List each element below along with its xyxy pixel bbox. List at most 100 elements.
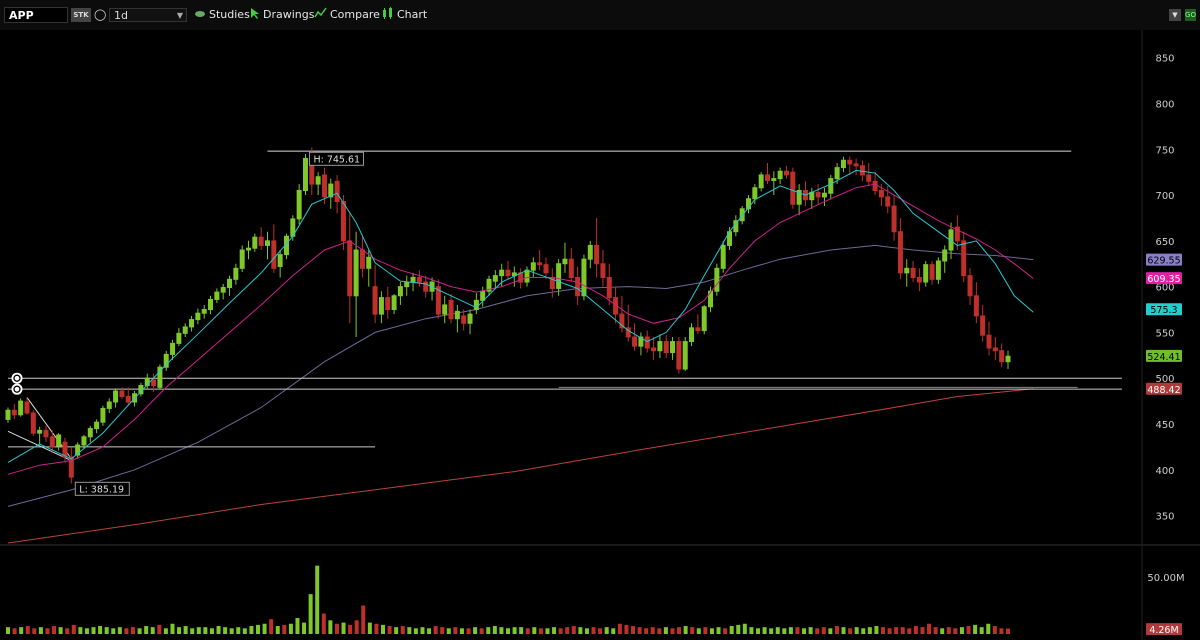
compare-button[interactable]: Compare	[314, 7, 380, 23]
candle-body	[632, 336, 638, 347]
go-icon[interactable]: GO	[1185, 9, 1196, 21]
candle-body	[543, 264, 549, 274]
candle-body	[758, 174, 764, 189]
candle-body	[5, 409, 11, 420]
volume-bar	[302, 622, 307, 634]
volume-bar	[802, 628, 807, 634]
candle-body	[252, 236, 258, 249]
candle-body	[163, 353, 169, 368]
volume-bar	[506, 628, 510, 634]
ema10-line	[7, 169, 1034, 463]
annotation-box	[74, 481, 130, 496]
volume-bar	[433, 626, 438, 634]
volume-bar	[571, 626, 576, 634]
price-badge-label: 575.3	[1150, 305, 1177, 316]
volume-bar	[196, 627, 201, 634]
lock-icon	[11, 372, 23, 384]
candle-body	[568, 258, 574, 278]
drawings-button[interactable]: Drawings	[250, 7, 314, 23]
compare-icon	[314, 7, 327, 24]
volume-bar	[670, 628, 675, 634]
remove-study-icon[interactable]: ×	[802, 31, 812, 41]
candle-body	[321, 174, 327, 198]
annotation-label: H: 745.61	[313, 154, 360, 165]
volume-bar	[223, 627, 228, 634]
plot-background	[0, 30, 1200, 545]
candle-body	[809, 191, 815, 201]
volume-bar	[959, 627, 964, 634]
volume-bar	[131, 627, 135, 634]
volume-bar	[821, 627, 826, 634]
volume-legend: – Volume : 4,835,106.00 Moving average (…	[10, 550, 401, 561]
price-badge-label: 488.42	[1147, 385, 1180, 396]
candle-body	[910, 267, 916, 278]
candle-body	[752, 187, 758, 200]
chart-button[interactable]: Chart	[382, 7, 427, 23]
volume-bar	[604, 627, 609, 634]
volume-bar	[828, 628, 833, 634]
candle-body	[575, 276, 581, 297]
candle-body	[594, 244, 600, 265]
volume-bar	[295, 618, 300, 634]
volume-bar	[815, 628, 820, 634]
candle-body	[461, 315, 467, 324]
candle-body	[935, 260, 941, 280]
volume-bar	[709, 628, 714, 634]
price-chart[interactable]: 350 400 450 500 550 600 650 700 750 800 850 H: 745.…	[0, 0, 1200, 640]
remove-study-icon[interactable]: ×	[1026, 31, 1036, 41]
legend-change-pct: 0.00%	[102, 31, 135, 42]
volume-badge	[1146, 623, 1182, 636]
studies-label: Studies	[209, 8, 250, 21]
volume-bar	[394, 627, 399, 634]
volume-bar	[584, 628, 589, 634]
volume-bar	[19, 627, 24, 634]
candle-body	[486, 278, 492, 292]
volume-bar	[124, 628, 129, 634]
price-badge-label: 609.35	[1147, 274, 1180, 285]
remove-study-icon[interactable]: ×	[579, 31, 589, 41]
legend-last: 524.41	[35, 31, 75, 42]
candle-body	[246, 247, 252, 251]
volume-bar	[25, 626, 30, 634]
remove-study-icon[interactable]: ×	[349, 31, 359, 41]
link-icon[interactable]: ◯	[94, 8, 106, 22]
y-tick-label: 500	[1155, 374, 1174, 385]
security-type-badge[interactable]: STK	[71, 8, 91, 22]
volume-bar	[598, 628, 603, 634]
y-tick-label: 550	[1155, 328, 1174, 339]
price-badge-label: 629.55	[1147, 256, 1180, 267]
candle-body	[897, 231, 903, 274]
candle-body	[283, 235, 289, 256]
price-badge	[1146, 303, 1182, 316]
remove-study-icon[interactable]: ×	[391, 550, 401, 560]
studies-button[interactable]: Studies	[194, 7, 250, 23]
menu-dropdown-icon[interactable]: ▼	[1169, 9, 1181, 21]
volume-bar	[742, 623, 747, 634]
candle-body	[385, 297, 391, 311]
collapse-icon[interactable]: –	[10, 550, 15, 561]
volume-bar	[387, 626, 392, 634]
candle-body	[328, 183, 334, 198]
volume-bar	[650, 627, 655, 634]
candle-body	[625, 327, 631, 338]
candle-body	[454, 310, 460, 320]
candle-body	[606, 276, 612, 299]
y-tick-label: 700	[1155, 191, 1174, 202]
candle-body	[113, 390, 119, 403]
volume-bar	[696, 628, 701, 634]
candle-body	[271, 240, 277, 269]
candle-body	[239, 249, 245, 269]
volume-bar	[729, 626, 734, 634]
candle-body	[353, 249, 359, 297]
interval-select[interactable]: 1d ▼	[109, 8, 187, 22]
volume-bar	[117, 627, 122, 634]
volume-bar	[723, 628, 728, 634]
price-badge	[1146, 382, 1182, 395]
symbol-input[interactable]	[4, 7, 68, 23]
candle-body	[94, 421, 100, 430]
candle-body	[157, 366, 163, 388]
volume-bar	[644, 628, 649, 634]
candle-body	[790, 171, 796, 205]
volume-bar	[354, 620, 359, 634]
candle-body	[75, 444, 81, 456]
